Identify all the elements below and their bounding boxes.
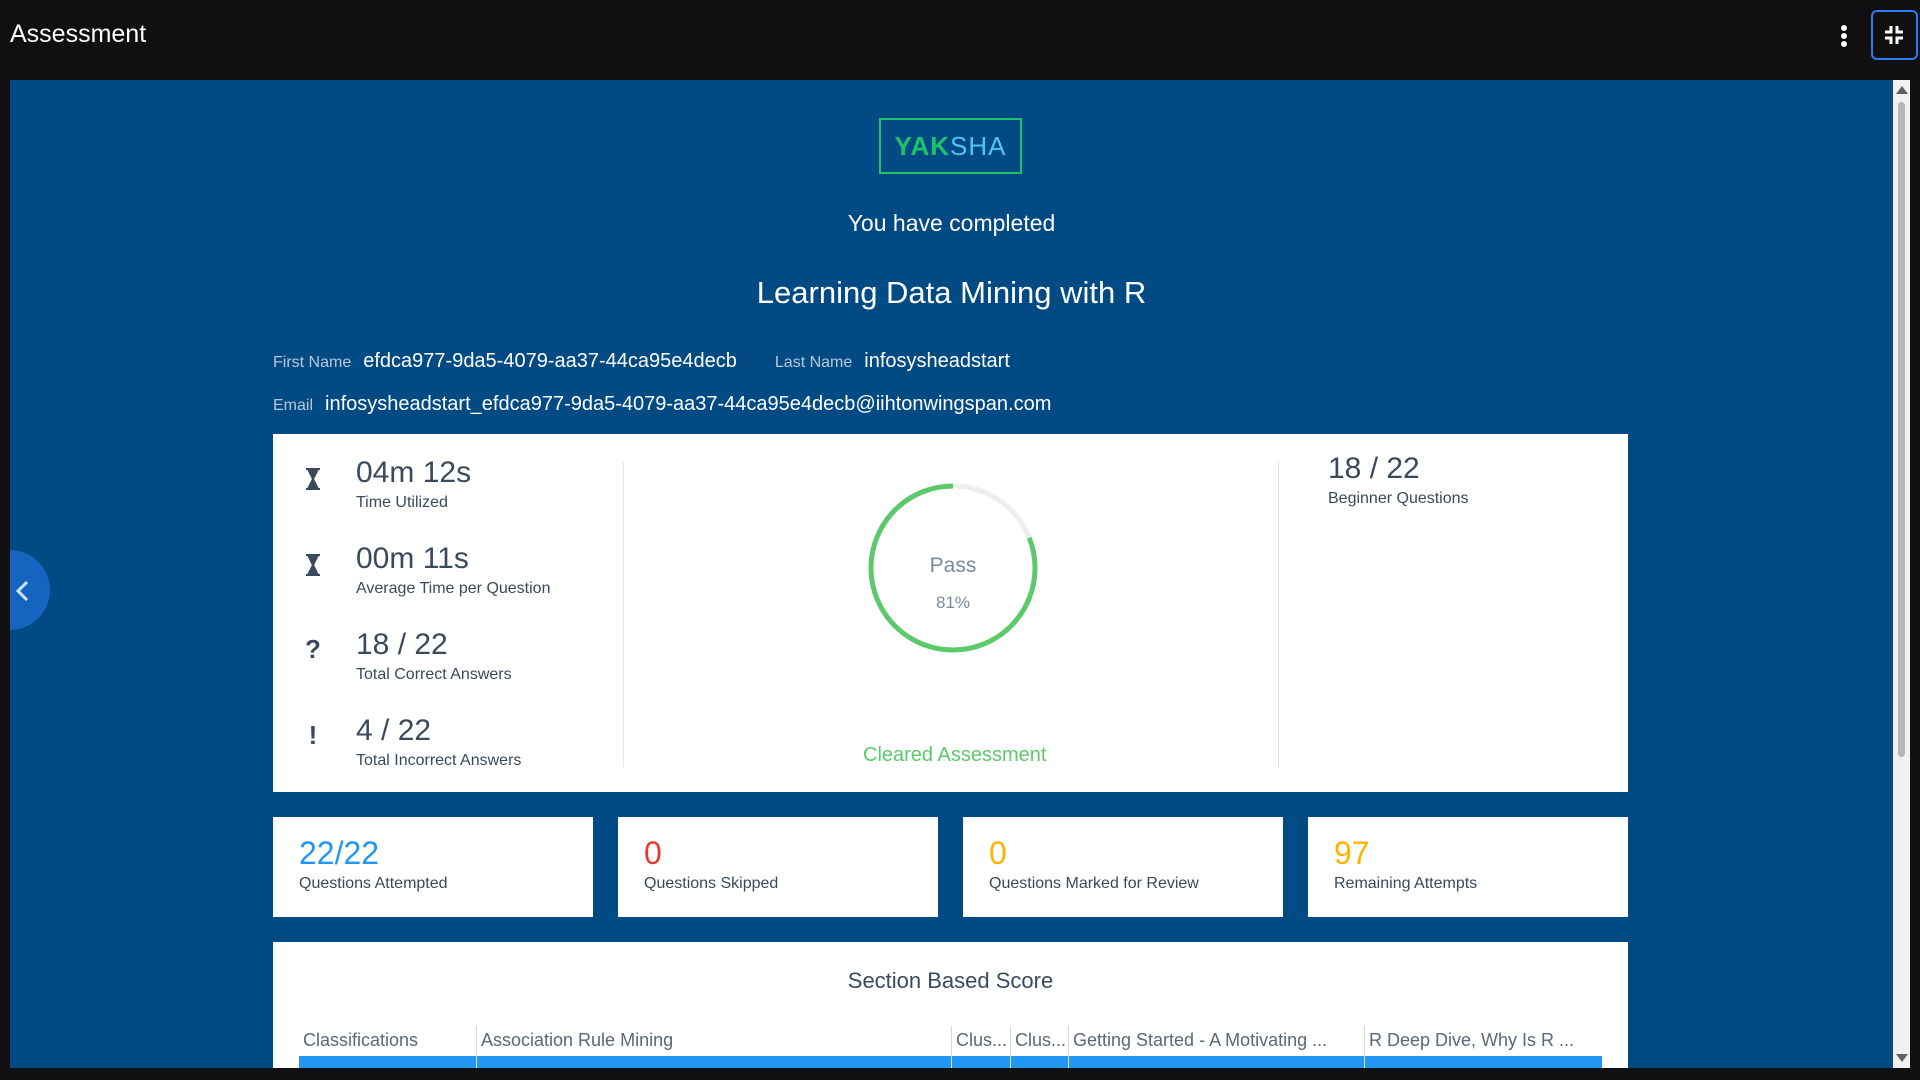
gauge-status: Pass xyxy=(929,554,977,577)
section-score-bar xyxy=(1365,1056,1602,1068)
sidebar-toggle-button[interactable] xyxy=(10,550,50,630)
email-label: Email xyxy=(273,397,314,414)
course-title: Learning Data Mining with R xyxy=(756,275,1147,310)
exclamation-icon: ! xyxy=(308,720,318,750)
app-header: Assessment xyxy=(0,0,1920,70)
questions-attempted-card: 22/22 Questions Attempted xyxy=(273,817,593,917)
question-icon: ? xyxy=(305,634,321,664)
section-segment[interactable]: Classifications xyxy=(299,1026,477,1068)
section-score-card: Section Based Score Classifications Asso… xyxy=(273,942,1628,1068)
yaksha-logo: YAK SHA xyxy=(879,118,1022,174)
name-row: First Name efdca977-9da5-4079-aa37-44ca9… xyxy=(273,350,1048,373)
scrollbar-thumb[interactable] xyxy=(1898,102,1905,757)
exit-fullscreen-icon xyxy=(1885,26,1903,44)
remaining-attempts-label: Remaining Attempts xyxy=(1334,875,1478,892)
marked-for-review-card: 0 Questions Marked for Review xyxy=(963,817,1283,917)
email-value: infosysheadstart_efdca977-9da5-4079-aa37… xyxy=(325,393,1052,415)
section-score-title: Section Based Score xyxy=(847,968,1054,993)
scroll-up-arrow-icon[interactable] xyxy=(1896,86,1908,94)
result-text: Cleared Assessment xyxy=(863,744,1047,766)
last-name-label: Last Name xyxy=(774,354,853,371)
beginner-questions-value: 18 / 22 xyxy=(1328,452,1420,485)
more-options-icon[interactable] xyxy=(1832,22,1856,50)
questions-attempted-value: 22/22 xyxy=(299,835,380,871)
section-score-bar xyxy=(1011,1056,1068,1068)
hourglass-icon xyxy=(303,466,323,497)
email-row: Email infosysheadstart_efdca977-9da5-407… xyxy=(273,393,1089,416)
completed-text: You have completed xyxy=(847,210,1056,236)
vertical-scrollbar[interactable] xyxy=(1893,80,1910,1068)
hourglass-icon xyxy=(303,552,323,583)
remaining-attempts-card: 97 Remaining Attempts xyxy=(1308,817,1628,917)
section-score-bar xyxy=(477,1056,951,1068)
section-score-bar xyxy=(1069,1056,1364,1068)
scroll-down-arrow-icon[interactable] xyxy=(1896,1054,1908,1062)
remaining-attempts-value: 97 xyxy=(1334,835,1370,871)
marked-for-review-label: Questions Marked for Review xyxy=(989,875,1199,892)
section-score-bar xyxy=(299,1056,476,1068)
section-segment[interactable]: R Deep Dive, Why Is R ... xyxy=(1365,1026,1602,1068)
questions-skipped-label: Questions Skipped xyxy=(644,875,779,892)
questions-attempted-label: Questions Attempted xyxy=(299,875,448,892)
assessment-result-panel: YAK SHA You have completed Learning Data … xyxy=(10,80,1893,1068)
section-segment[interactable]: Clus... xyxy=(1011,1026,1069,1068)
last-name-value: infosysheadstart xyxy=(864,350,1010,372)
questions-skipped-value: 0 xyxy=(644,835,662,871)
divider xyxy=(623,462,624,767)
marked-for-review-value: 0 xyxy=(989,835,1007,871)
chevron-left-icon xyxy=(15,580,29,602)
first-name-label: First Name xyxy=(273,354,352,371)
first-name-value: efdca977-9da5-4079-aa37-44ca95e4decb xyxy=(363,350,737,372)
section-segment[interactable]: Getting Started - A Motivating ... xyxy=(1069,1026,1365,1068)
gauge-percent: 81% xyxy=(935,593,971,612)
bottom-strip xyxy=(0,1068,1920,1080)
section-score-bar xyxy=(952,1056,1010,1068)
questions-skipped-card: 0 Questions Skipped xyxy=(618,817,938,917)
section-segment[interactable]: Clus... xyxy=(952,1026,1011,1068)
beginner-questions-label: Beginner Questions xyxy=(1328,490,1469,507)
divider xyxy=(1278,462,1279,767)
app-title: Assessment xyxy=(10,20,147,48)
result-summary-card: 04m 12s Time Utilized 00m 11s Average Ti… xyxy=(273,434,1628,792)
exit-fullscreen-button[interactable] xyxy=(1871,10,1918,60)
section-segment[interactable]: Association Rule Mining xyxy=(477,1026,952,1068)
